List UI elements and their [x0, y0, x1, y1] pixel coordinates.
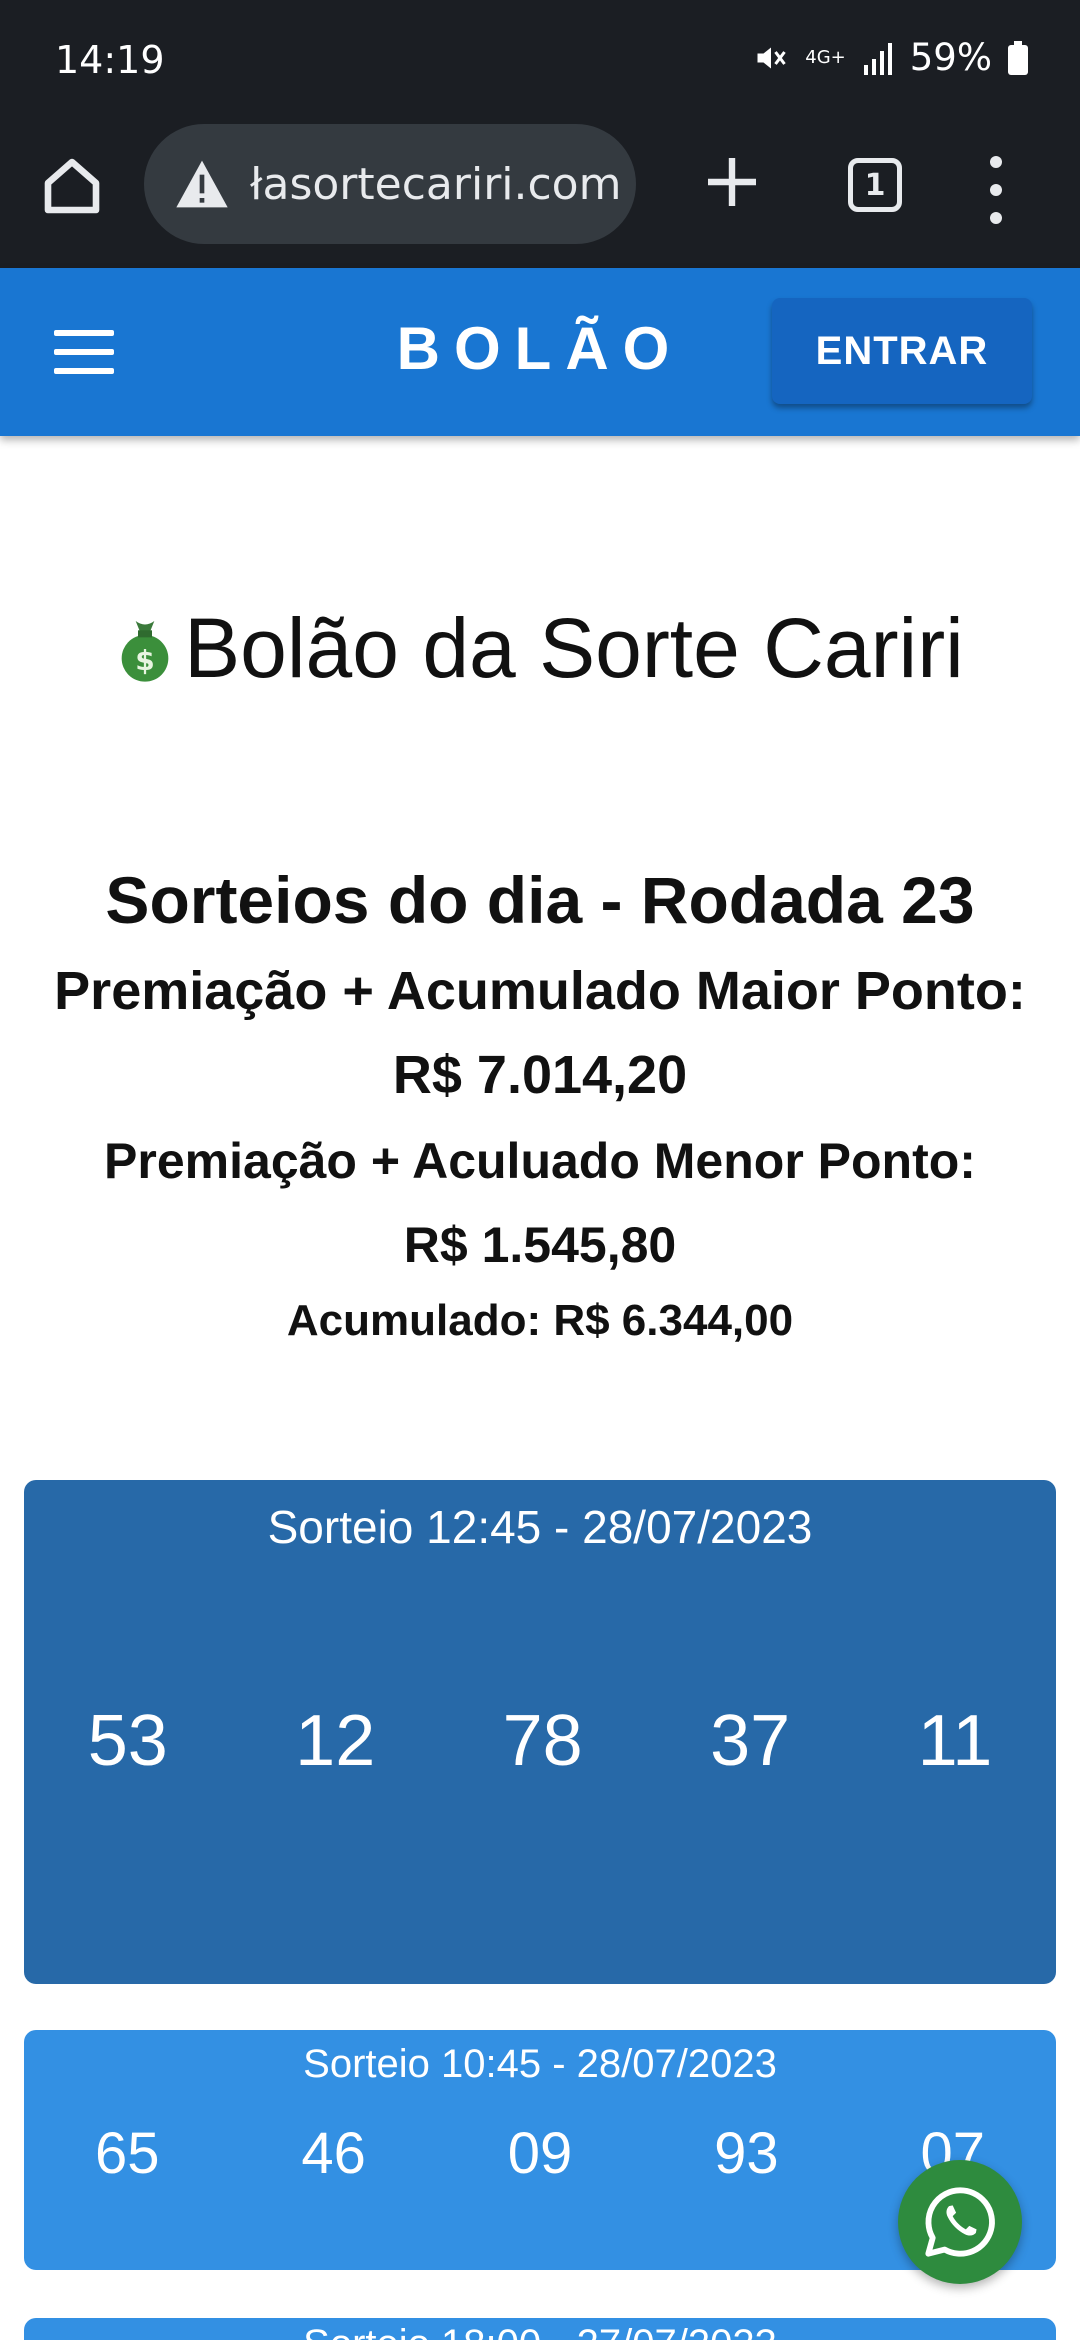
draw-title: Sorteio 18:00 - 27/07/2023 — [24, 2322, 1056, 2340]
tabs-button[interactable]: 1 — [848, 158, 902, 212]
plus-icon[interactable] — [700, 150, 764, 214]
whatsapp-icon — [925, 2187, 995, 2257]
money-bag-icon: $ — [121, 620, 169, 682]
draw-number: 46 — [301, 2121, 366, 2186]
draw-number: 53 — [87, 1701, 168, 1781]
site-title-text: Bolão da Sorte Cariri — [184, 601, 964, 695]
browser-toolbar: łasortecariri.com 1 — [0, 118, 1080, 268]
warning-icon[interactable] — [174, 158, 230, 210]
app-title: BOLÃO — [396, 315, 684, 382]
draw-number: 78 — [502, 1701, 583, 1781]
prize-low-label: Premiação + Aculuado Menor Ponto: — [104, 1133, 976, 1189]
draw-number: 09 — [507, 2121, 573, 2186]
battery-percent: 59% — [909, 36, 992, 79]
draw-number: 12 — [295, 1701, 376, 1781]
tab-count: 1 — [864, 167, 886, 203]
url-text: łasortecariri.com — [250, 158, 622, 210]
mute-icon — [757, 47, 786, 68]
draw-card: Sorteio 12:45 - 28/07/2023 53 12 78 37 1… — [24, 1480, 1056, 1984]
prize-high-label: Premiação + Acumulado Maior Ponto: — [54, 961, 1026, 1021]
status-icons: 4G+ 59% — [753, 36, 1028, 79]
status-bar: 14:19 4G+ 59% — [0, 0, 1080, 118]
draw-number: 65 — [94, 2121, 160, 2186]
login-button[interactable]: ENTRAR — [772, 298, 1032, 404]
draw-number: 93 — [714, 2121, 779, 2186]
screen: 14:19 4G+ 59% łasortecariri.com 1 BOLÃO … — [0, 0, 1080, 2340]
app-header: BOLÃO ENTRAR — [0, 268, 1080, 436]
home-icon[interactable] — [36, 150, 108, 222]
signal-icon — [863, 42, 892, 75]
draw-number: 37 — [710, 1701, 791, 1781]
draw-numbers: 65 46 09 93 07 — [24, 2120, 1056, 2187]
battery-icon — [1008, 40, 1028, 75]
prize-high-value: R$ 7.014,20 — [392, 1045, 688, 1105]
draw-title: Sorteio 10:45 - 28/07/2023 — [303, 2042, 777, 2086]
status-time: 14:19 — [55, 38, 165, 82]
round-title: Sorteios do dia - Rodada 23 — [105, 863, 975, 937]
whatsapp-button[interactable] — [898, 2160, 1022, 2284]
network-label: 4G+ — [805, 46, 846, 68]
draw-numbers: 53 12 78 37 11 — [24, 1700, 1056, 1782]
address-bar[interactable]: łasortecariri.com — [144, 124, 636, 244]
draw-number: 11 — [917, 1701, 993, 1781]
prize-low-value: R$ 1.545,80 — [403, 1217, 677, 1273]
site-title: $ Bolão da Sorte Cariri — [0, 600, 1080, 697]
draw-card: Sorteio 18:00 - 27/07/2023 — [24, 2318, 1056, 2340]
draw-title: Sorteio 12:45 - 28/07/2023 — [267, 1501, 813, 1553]
accumulated-value: Acumulado: R$ 6.344,00 — [286, 1296, 794, 1345]
menu-icon[interactable] — [54, 330, 114, 374]
svg-text:$: $ — [135, 644, 154, 677]
more-icon[interactable] — [980, 150, 1012, 230]
